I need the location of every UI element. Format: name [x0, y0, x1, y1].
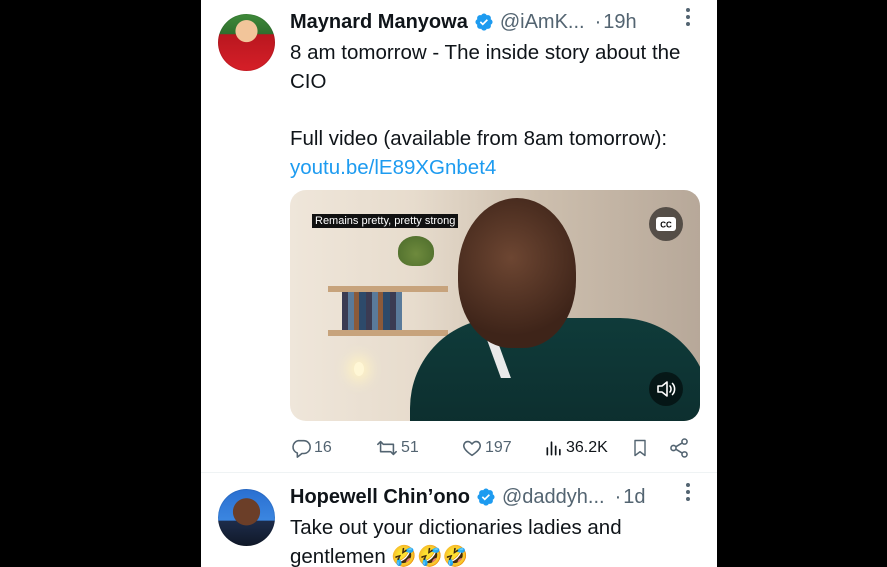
- tweet[interactable]: Maynard Manyowa @iAmK... · 19h 8 am tomo…: [201, 0, 717, 472]
- tweet-text-line: Full video (available from 8am tomorrow)…: [290, 127, 668, 150]
- speaker-icon[interactable]: [649, 372, 683, 406]
- more-options-icon[interactable]: [679, 481, 697, 501]
- bookmark-icon: [634, 439, 646, 457]
- reply-count: 16: [314, 439, 332, 456]
- views-icon: [546, 441, 561, 456]
- reply-icon: [292, 439, 311, 458]
- like-button[interactable]: 197: [461, 433, 512, 463]
- views-button[interactable]: 36.2K: [544, 433, 608, 463]
- tweet[interactable]: Hopewell Chin’ono @daddyh... · 1d Take o…: [201, 472, 717, 567]
- reply-button[interactable]: 16: [290, 433, 332, 463]
- share-button[interactable]: [668, 433, 690, 463]
- tweet-header: Maynard Manyowa @iAmK... · 19h: [290, 8, 695, 36]
- tweet-text: 8 am tomorrow - The inside story about t…: [290, 38, 700, 182]
- video-player[interactable]: Remains pretty, pretty strong CC: [290, 190, 700, 421]
- timeline-panel: Maynard Manyowa @iAmK... · 19h 8 am tomo…: [201, 0, 717, 567]
- retweet-count: 51: [401, 439, 419, 456]
- like-count: 197: [485, 439, 512, 456]
- separator-dot: ·: [614, 485, 622, 508]
- author-name[interactable]: Hopewell Chin’ono: [290, 486, 470, 509]
- author-name[interactable]: Maynard Manyowa: [290, 11, 468, 34]
- tweet-actions: 16 51 197 36.2K: [290, 433, 700, 463]
- timestamp[interactable]: 19h: [603, 11, 636, 34]
- retweet-icon: [377, 440, 397, 456]
- more-options-icon[interactable]: [679, 6, 697, 26]
- retweet-button[interactable]: 51: [375, 433, 419, 463]
- share-icon: [670, 438, 688, 458]
- verified-badge-icon: [475, 13, 493, 31]
- tweet-text-line: Take out your dictionaries ladies and ge…: [290, 516, 622, 567]
- bookmark-button[interactable]: [630, 433, 650, 463]
- avatar[interactable]: [218, 14, 275, 71]
- avatar[interactable]: [218, 489, 275, 546]
- cc-icon[interactable]: CC: [649, 207, 683, 241]
- background-lamp: [354, 362, 364, 376]
- tweet-text-line: 8 am tomorrow - The inside story about t…: [290, 41, 681, 93]
- heart-icon: [463, 440, 481, 457]
- tweet-header: Hopewell Chin’ono @daddyh... · 1d: [290, 483, 695, 511]
- views-count: 36.2K: [566, 439, 608, 456]
- video-link[interactable]: youtu.be/lE89XGnbet4: [290, 156, 496, 179]
- person-face: [458, 198, 576, 348]
- verified-badge-icon: [477, 488, 495, 506]
- separator-dot: ·: [594, 10, 602, 33]
- tweet-text: Take out your dictionaries ladies and ge…: [290, 513, 700, 567]
- background-plant: [398, 236, 434, 266]
- background-books: [342, 292, 402, 330]
- author-handle[interactable]: @iAmK...: [500, 11, 585, 34]
- svg-text:CC: CC: [660, 221, 672, 230]
- background-shelf: [328, 330, 448, 336]
- timestamp[interactable]: 1d: [623, 486, 645, 509]
- video-caption: Remains pretty, pretty strong: [312, 214, 459, 228]
- author-handle[interactable]: @daddyh...: [502, 486, 605, 509]
